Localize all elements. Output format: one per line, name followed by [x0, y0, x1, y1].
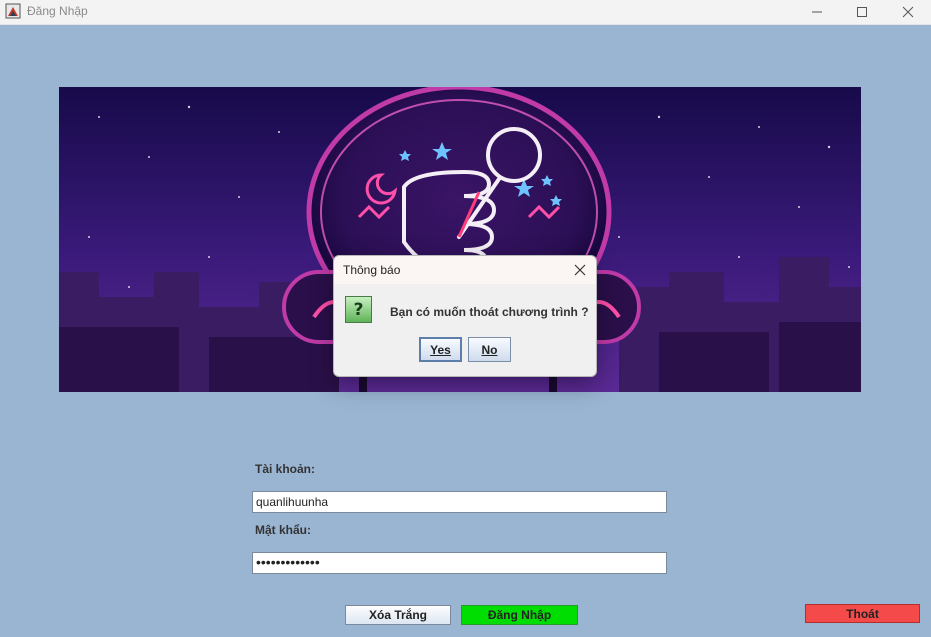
question-icon: ? — [345, 296, 372, 323]
clear-button[interactable]: Xóa Trắng — [345, 605, 451, 625]
dialog-titlebar: Thông báo — [334, 256, 596, 284]
window-titlebar: Đăng Nhập — [0, 0, 931, 25]
dialog-title: Thông báo — [343, 263, 401, 277]
username-input[interactable]: quanlihuunha — [252, 491, 667, 513]
app-icon — [5, 3, 21, 19]
maximize-icon — [857, 7, 867, 17]
login-button[interactable]: Đăng Nhập — [461, 605, 578, 625]
dialog-message: Bạn có muốn thoát chương trình ? — [390, 305, 589, 319]
maximize-button[interactable] — [839, 0, 885, 24]
window-title: Đăng Nhập — [27, 4, 88, 18]
dialog-close-icon[interactable] — [572, 262, 588, 278]
yes-button[interactable]: Yes — [419, 337, 462, 362]
password-input[interactable]: ••••••••••••• — [252, 552, 667, 574]
close-icon — [902, 6, 914, 18]
close-button[interactable] — [885, 0, 931, 24]
minimize-icon — [812, 11, 822, 13]
no-button[interactable]: No — [468, 337, 511, 362]
exit-button[interactable]: Thoát — [805, 604, 920, 623]
password-label: Mật khẩu: — [255, 523, 312, 537]
username-label: Tài khoản: — [255, 462, 316, 476]
exit-confirm-dialog: Thông báo ? Bạn có muốn thoát chương trì… — [333, 255, 597, 377]
minimize-button[interactable] — [794, 0, 840, 24]
